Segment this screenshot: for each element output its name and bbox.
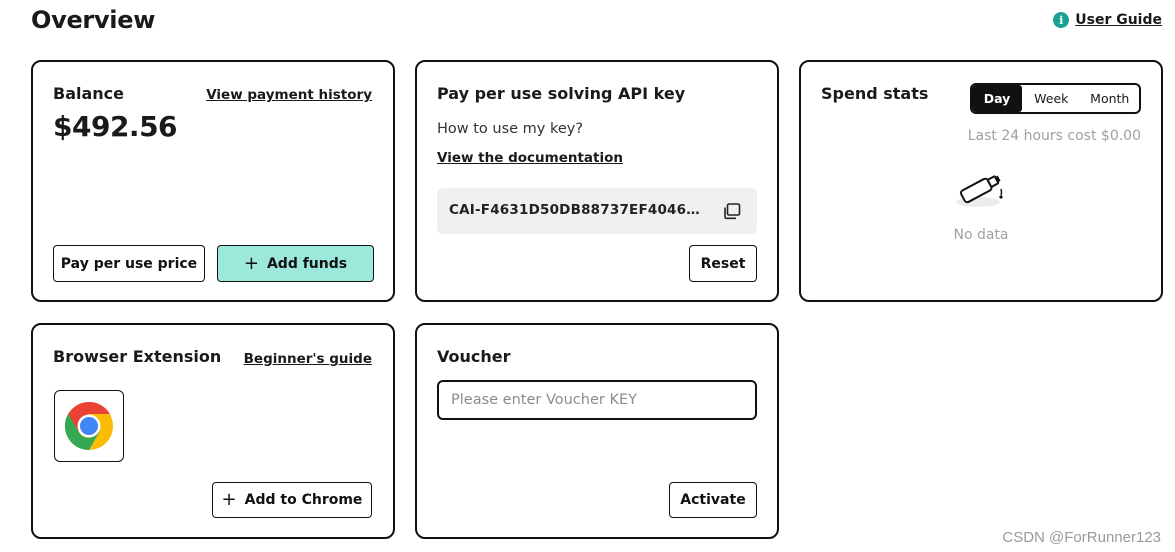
balance-amount: $492.56 <box>53 110 178 143</box>
payment-history-link[interactable]: View payment history <box>206 87 372 103</box>
add-funds-button[interactable]: + Add funds <box>217 245 374 282</box>
period-month-tab[interactable]: Month <box>1081 85 1140 112</box>
api-key-title: Pay per use solving API key <box>437 84 686 103</box>
documentation-link[interactable]: View the documentation <box>437 150 623 166</box>
user-guide-label: User Guide <box>1075 12 1162 28</box>
beginners-guide-link[interactable]: Beginner's guide <box>244 351 372 367</box>
pay-per-use-price-button[interactable]: Pay per use price <box>53 245 205 282</box>
api-key-card: Pay per use solving API key How to use m… <box>415 60 779 302</box>
plus-icon: + <box>221 489 237 510</box>
howto-text: How to use my key? <box>437 121 584 137</box>
info-icon: i <box>1053 12 1070 28</box>
voucher-title: Voucher <box>437 347 511 366</box>
chrome-logo-box <box>54 390 124 462</box>
add-funds-label: Add funds <box>266 255 348 272</box>
watermark: CSDN @ForRunner123 <box>1002 529 1161 546</box>
browser-extension-card: Browser Extension Beginner's guide + Add… <box>31 323 395 539</box>
spend-stats-title: Spend stats <box>821 84 929 103</box>
balance-card: Balance View payment history $492.56 Pay… <box>31 60 395 302</box>
page-title: Overview <box>31 6 156 34</box>
chrome-icon <box>64 402 113 450</box>
no-data-text: No data <box>953 227 1009 243</box>
browser-extension-title: Browser Extension <box>53 347 222 366</box>
copy-icon[interactable] <box>723 202 741 220</box>
activate-button[interactable]: Activate <box>669 482 757 518</box>
last-24h-cost: Last 24 hours cost $0.00 <box>967 128 1141 144</box>
balance-title: Balance <box>53 84 124 103</box>
api-key-value: CAI-F4631D50DB88737EF40466377... <box>449 202 707 218</box>
period-day-tab[interactable]: Day <box>972 85 1022 112</box>
spend-stats-card: Spend stats Day Week Month Last 24 hours… <box>799 60 1163 302</box>
period-week-tab[interactable]: Week <box>1022 85 1081 112</box>
add-to-chrome-button[interactable]: + Add to Chrome <box>212 482 372 518</box>
reset-button[interactable]: Reset <box>689 245 757 282</box>
empty-bottle-icon <box>956 175 1003 207</box>
voucher-card: Voucher Activate <box>415 323 779 539</box>
api-key-field[interactable]: CAI-F4631D50DB88737EF40466377... <box>437 188 757 234</box>
plus-icon: + <box>243 252 259 274</box>
user-guide-link[interactable]: i User Guide <box>1053 12 1162 28</box>
activate-label: Activate <box>680 492 746 508</box>
reset-label: Reset <box>700 255 746 272</box>
period-selector: Day Week Month <box>970 83 1141 114</box>
voucher-key-input[interactable] <box>437 380 757 420</box>
add-to-chrome-label: Add to Chrome <box>244 492 363 508</box>
pay-per-use-price-label: Pay per use price <box>60 255 198 272</box>
